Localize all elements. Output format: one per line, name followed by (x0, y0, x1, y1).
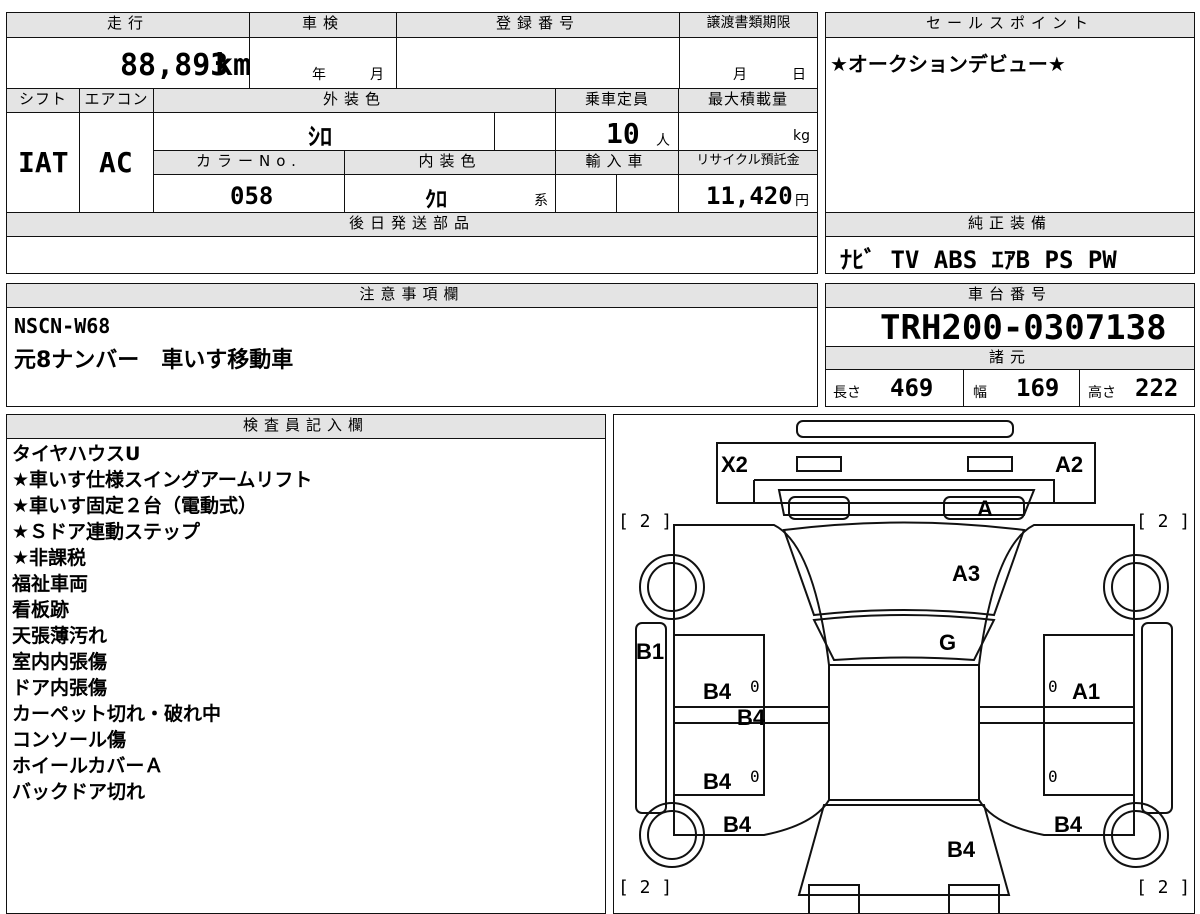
zero-marker: 0 (1048, 677, 1058, 696)
zero-marker: 0 (1048, 767, 1058, 786)
aircon-header: エアコン (80, 89, 153, 112)
sales-point-text: ★オークションデビュー★ (830, 52, 1066, 76)
chassis-number: TRH200-0307138 (880, 308, 1167, 348)
tire-depth-label: [ 2 ] (618, 877, 673, 898)
damage-label-a2: A2 (1055, 452, 1084, 477)
damage-diagram: X2 A2 A A3 G B1 A1 B4 B4 B4 B4 B4 B4 [ 2… (613, 414, 1195, 914)
damage-label-b4: B4 (703, 769, 732, 794)
inspection-header: 車検 (250, 13, 396, 37)
recycle-unit: 円 (795, 193, 809, 209)
inspector-line: 看板跡 (12, 599, 70, 621)
inspector-line: ★Ｓドア連動ステップ (12, 521, 201, 543)
damage-label-g: G (939, 630, 957, 655)
tire-depth-label: [ 2 ] (1136, 511, 1191, 532)
damage-label-b4: B4 (737, 705, 766, 730)
later-parts-header: 後日発送部品 (7, 213, 817, 236)
notes-line-2: 元8ナンバー 車いす移動車 (14, 348, 294, 373)
inspector-header: 検査員記入欄 (7, 415, 605, 438)
damage-label-x2: X2 (721, 452, 748, 477)
max-load-header: 最大積載量 (679, 89, 817, 112)
chassis-header: 車台番号 (826, 284, 1194, 307)
damage-label-b4: B4 (947, 837, 976, 862)
damage-label-a3: A3 (952, 561, 981, 586)
max-load-unit: kg (793, 128, 810, 144)
inspector-line: カーペット切れ・破れ中 (12, 703, 222, 725)
notes-line-1: NSCN-W68 (14, 314, 111, 338)
capacity-value: 10 (606, 117, 640, 150)
length-label: 長さ (833, 385, 861, 401)
interior-color-value: ｸﾛ (425, 188, 448, 213)
zero-marker: 0 (750, 677, 760, 696)
shift-header: シフト (7, 89, 79, 112)
inspector-line: 福祉車両 (12, 573, 89, 595)
width-value: 169 (1016, 374, 1060, 402)
height-value: 222 (1135, 374, 1179, 402)
inspector-line: ★車いす固定２台（電動式） (12, 495, 258, 517)
recycle-fee-header: リサイクル預託金 (679, 151, 817, 174)
inspector-line: ドア内張傷 (12, 677, 108, 699)
zero-marker: 0 (750, 767, 760, 786)
inspector-line: ★車いす仕様スイングアームリフト (12, 469, 313, 491)
sales-point-header: セールスポイント (826, 13, 1194, 37)
inspector-line: ホイールカバーＡ (12, 755, 164, 777)
damage-label-a1: A1 (1072, 679, 1101, 704)
shift-value: IAT (18, 146, 69, 179)
equipment-header: 純正装備 (826, 213, 1194, 236)
notes-header: 注意事項欄 (7, 284, 817, 307)
interior-color-header: 内装色 (345, 151, 555, 174)
inspector-line: ★非課税 (12, 547, 87, 569)
inspector-line: 天張薄汚れ (12, 625, 108, 647)
damage-label-b4: B4 (703, 679, 732, 704)
damage-label-a: A (977, 496, 993, 521)
inspection-month: 月 (370, 67, 384, 83)
damage-label-b1: B1 (636, 639, 665, 664)
inspector-line: タイヤハウスU (12, 443, 141, 465)
inspector-line: バックドア切れ (12, 781, 146, 803)
tire-depth-label: [ 2 ] (618, 511, 673, 532)
capacity-header: 乗車定員 (556, 89, 678, 112)
aircon-value: AC (99, 146, 133, 179)
transfer-day: 日 (792, 67, 806, 83)
damage-label-b4: B4 (1054, 812, 1083, 837)
capacity-unit: 人 (656, 133, 670, 149)
inspector-line: 室内内張傷 (12, 651, 108, 673)
car-outline-diagram (635, 420, 1173, 913)
mileage-unit: km (215, 48, 252, 83)
interior-color-suffix: 系 (534, 193, 548, 209)
width-label: 幅 (973, 385, 987, 401)
spec-header: 諸元 (826, 347, 1194, 369)
mileage-header: 走行 (7, 13, 249, 37)
transfer-deadline-header: 譲渡書類期限 (680, 13, 817, 37)
exterior-color-value: ｼﾛ (308, 123, 332, 151)
color-no-header: カラーNo. (154, 151, 344, 174)
height-label: 高さ (1088, 385, 1116, 401)
tire-depth-label: [ 2 ] (1136, 877, 1191, 898)
inspection-year: 年 (312, 67, 326, 83)
mileage-value: 88,893 (120, 48, 229, 83)
inspector-line: コンソール傷 (12, 729, 127, 751)
transfer-month: 月 (733, 67, 747, 83)
recycle-value: 11,420 (706, 182, 793, 210)
registration-header: 登録番号 (397, 13, 679, 37)
exterior-color-header: 外装色 (154, 89, 555, 112)
import-header: 輸入車 (556, 151, 678, 174)
color-no-value: 058 (230, 182, 274, 210)
damage-label-b4: B4 (723, 812, 752, 837)
length-value: 469 (890, 374, 934, 402)
equipment-text: ﾅﾋﾞ TV ABS ｴｱB PS PW (840, 246, 1117, 274)
